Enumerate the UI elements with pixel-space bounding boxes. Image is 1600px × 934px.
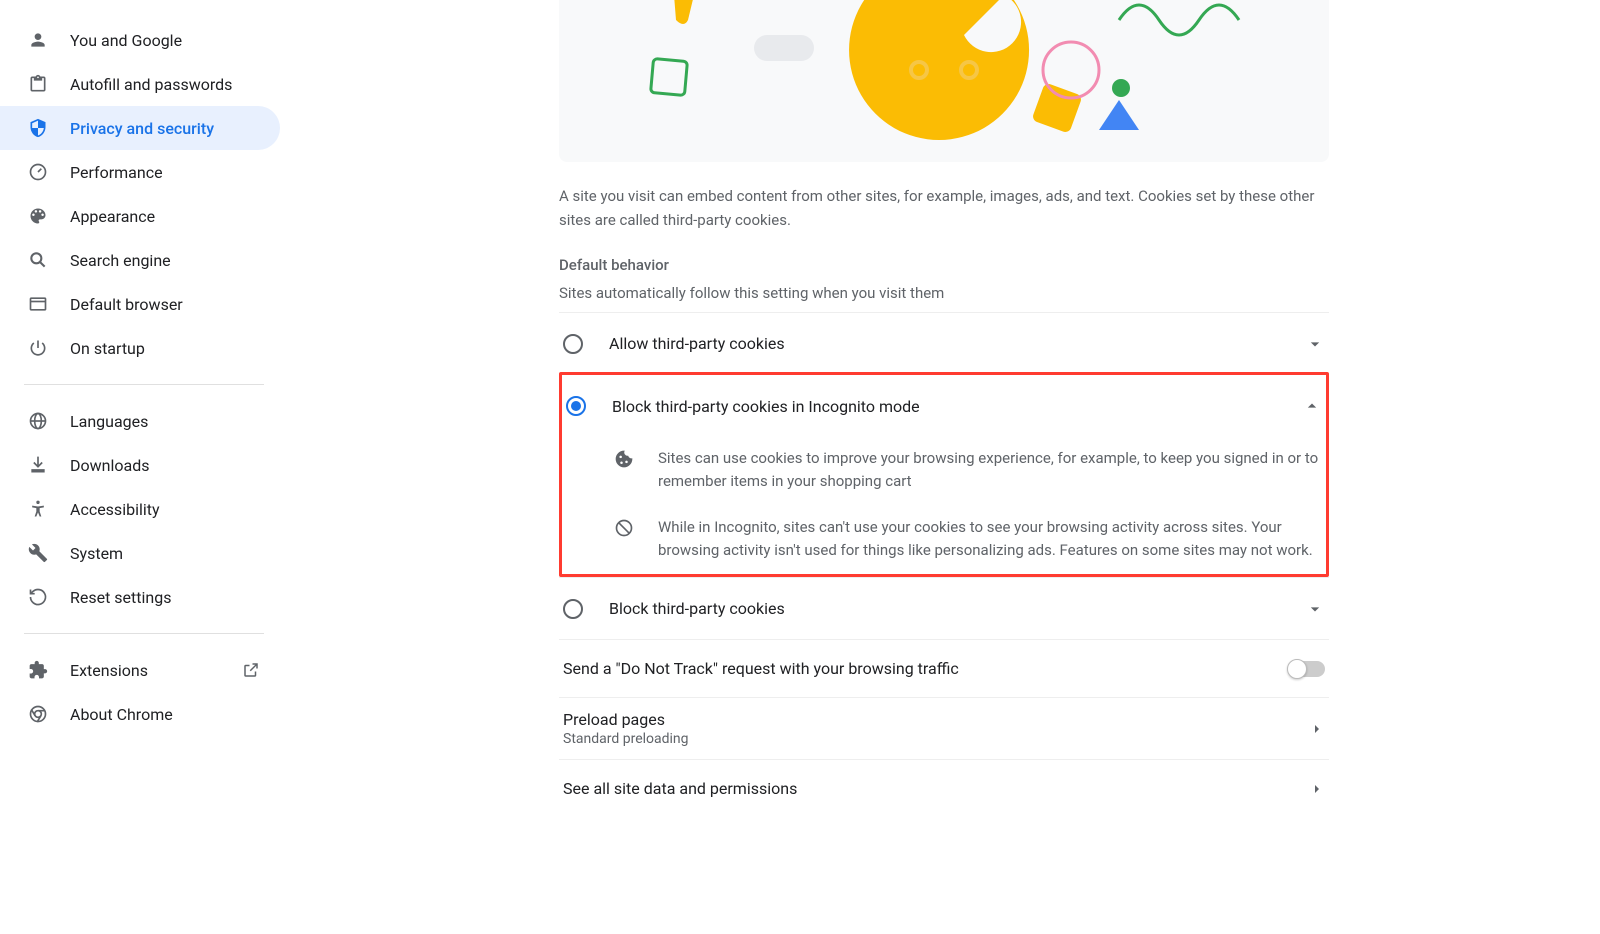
sidebar-item-performance[interactable]: Performance bbox=[0, 150, 280, 194]
settings-sidebar: You and Google Autofill and passwords Pr… bbox=[0, 0, 288, 934]
sidebar-item-label: Performance bbox=[70, 163, 163, 182]
default-behavior-sub: Sites automatically follow this setting … bbox=[559, 284, 1329, 302]
sidebar-item-label: Extensions bbox=[70, 661, 148, 680]
sidebar-item-privacy[interactable]: Privacy and security bbox=[0, 106, 280, 150]
setting-do-not-track[interactable]: Send a "Do Not Track" request with your … bbox=[559, 639, 1329, 697]
person-icon bbox=[28, 30, 48, 50]
sidebar-item-label: Appearance bbox=[70, 207, 155, 226]
sidebar-item-autofill[interactable]: Autofill and passwords bbox=[0, 62, 280, 106]
radio-icon bbox=[563, 334, 583, 354]
radio-label: Block third-party cookies bbox=[609, 599, 1305, 618]
sidebar-item-accessibility[interactable]: Accessibility bbox=[0, 487, 280, 531]
browser-icon bbox=[28, 294, 48, 314]
hero-illustration bbox=[559, 0, 1329, 162]
setting-preload-pages[interactable]: Preload pages Standard preloading bbox=[559, 697, 1329, 759]
detail-text: While in Incognito, sites can't use your… bbox=[658, 516, 1322, 563]
detail-text: Sites can use cookies to improve your br… bbox=[658, 447, 1322, 494]
highlighted-option: Block third-party cookies in Incognito m… bbox=[559, 372, 1329, 577]
setting-see-all-site-data[interactable]: See all site data and permissions bbox=[559, 759, 1329, 817]
radio-label: Allow third-party cookies bbox=[609, 334, 1305, 353]
chevron-right-icon bbox=[1309, 721, 1325, 737]
sidebar-item-appearance[interactable]: Appearance bbox=[0, 194, 280, 238]
setting-sublabel: Standard preloading bbox=[563, 731, 1309, 747]
sidebar-item-label: Downloads bbox=[70, 456, 149, 475]
radio-icon bbox=[563, 599, 583, 619]
chevron-right-icon bbox=[1309, 781, 1325, 797]
sidebar-item-system[interactable]: System bbox=[0, 531, 280, 575]
sidebar-item-you-and-google[interactable]: You and Google bbox=[0, 18, 280, 62]
chevron-up-icon bbox=[1302, 396, 1322, 416]
radio-block-third-party[interactable]: Block third-party cookies bbox=[559, 577, 1329, 639]
shield-icon bbox=[28, 118, 48, 138]
sidebar-item-search-engine[interactable]: Search engine bbox=[0, 238, 280, 282]
chevron-down-icon bbox=[1305, 334, 1325, 354]
chevron-down-icon bbox=[1305, 599, 1325, 619]
cookie-icon bbox=[612, 447, 636, 494]
sidebar-item-label: On startup bbox=[70, 339, 145, 358]
search-icon bbox=[28, 250, 48, 270]
sidebar-item-label: Reset settings bbox=[70, 588, 171, 607]
sidebar-item-about-chrome[interactable]: About Chrome bbox=[0, 692, 280, 736]
toggle-off[interactable] bbox=[1289, 661, 1325, 677]
speedometer-icon bbox=[28, 162, 48, 182]
power-icon bbox=[28, 338, 48, 358]
sidebar-item-label: Default browser bbox=[70, 295, 183, 314]
radio-icon-checked bbox=[566, 396, 586, 416]
wrench-icon bbox=[28, 543, 48, 563]
reset-icon bbox=[28, 587, 48, 607]
sidebar-item-on-startup[interactable]: On startup bbox=[0, 326, 280, 370]
intro-text: A site you visit can embed content from … bbox=[559, 162, 1329, 256]
external-link-icon bbox=[242, 661, 260, 679]
palette-icon bbox=[28, 206, 48, 226]
globe-icon bbox=[28, 411, 48, 431]
detail-row: While in Incognito, sites can't use your… bbox=[562, 506, 1326, 575]
download-icon bbox=[28, 455, 48, 475]
detail-row: Sites can use cookies to improve your br… bbox=[562, 437, 1326, 506]
chrome-icon bbox=[28, 704, 48, 724]
sidebar-item-reset[interactable]: Reset settings bbox=[0, 575, 280, 619]
accessibility-icon bbox=[28, 499, 48, 519]
sidebar-item-extensions[interactable]: Extensions bbox=[0, 648, 280, 692]
setting-label: Preload pages bbox=[563, 710, 1309, 729]
default-behavior-title: Default behavior bbox=[559, 256, 1329, 274]
main-content: A site you visit can embed content from … bbox=[288, 0, 1600, 934]
sidebar-item-label: Privacy and security bbox=[70, 119, 214, 138]
radio-block-incognito[interactable]: Block third-party cookies in Incognito m… bbox=[562, 375, 1326, 437]
radio-allow-third-party[interactable]: Allow third-party cookies bbox=[559, 312, 1329, 374]
sidebar-item-label: System bbox=[70, 544, 123, 563]
sidebar-item-label: Accessibility bbox=[70, 500, 160, 519]
setting-label: See all site data and permissions bbox=[563, 779, 1309, 798]
sidebar-item-label: You and Google bbox=[70, 31, 182, 50]
sidebar-item-label: Autofill and passwords bbox=[70, 75, 232, 94]
sidebar-item-downloads[interactable]: Downloads bbox=[0, 443, 280, 487]
block-icon bbox=[612, 516, 636, 563]
radio-label: Block third-party cookies in Incognito m… bbox=[612, 397, 1302, 416]
setting-label: Send a "Do Not Track" request with your … bbox=[563, 659, 1289, 678]
sidebar-item-label: Languages bbox=[70, 412, 148, 431]
sidebar-item-languages[interactable]: Languages bbox=[0, 399, 280, 443]
sidebar-item-label: Search engine bbox=[70, 251, 171, 270]
extension-icon bbox=[28, 660, 48, 680]
sidebar-item-label: About Chrome bbox=[70, 705, 173, 724]
clipboard-icon bbox=[28, 74, 48, 94]
sidebar-item-default-browser[interactable]: Default browser bbox=[0, 282, 280, 326]
